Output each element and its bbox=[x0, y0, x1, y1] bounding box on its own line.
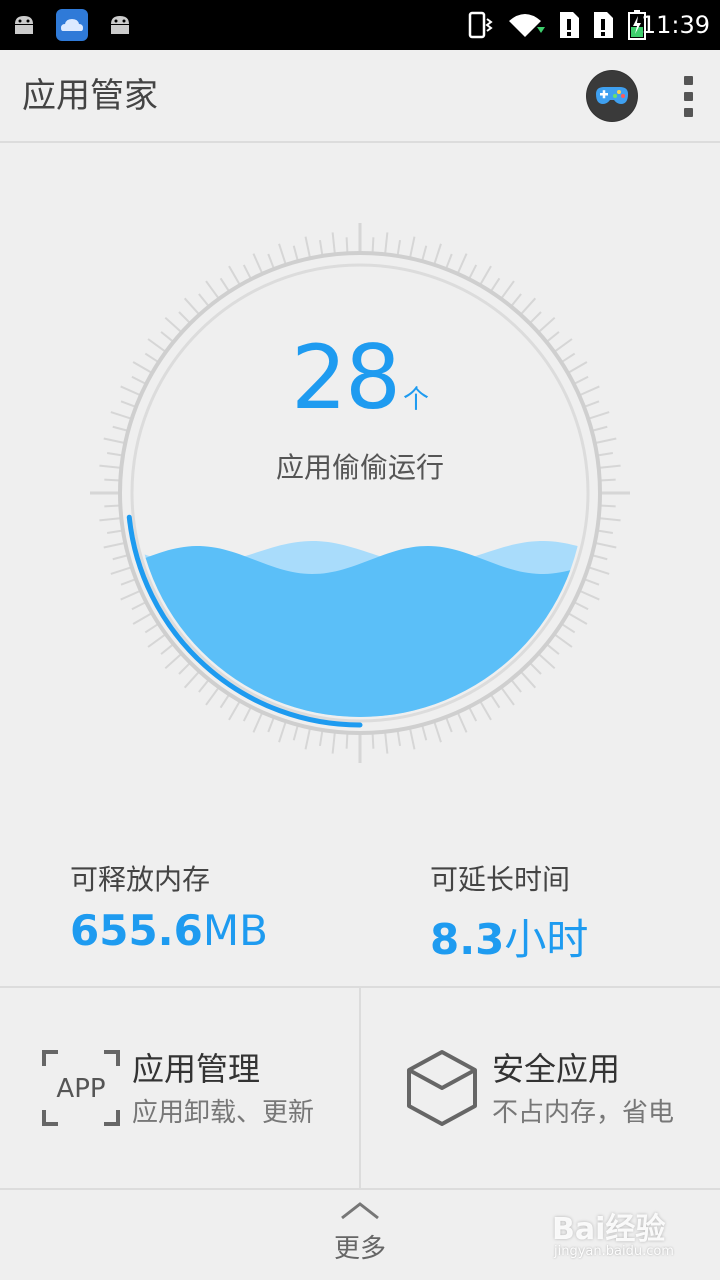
sim-alert-icon bbox=[590, 0, 616, 50]
safe-apps-subtitle: 不占内存，省电 bbox=[492, 1098, 675, 1128]
running-count-label: 应用偷偷运行 bbox=[275, 451, 444, 484]
svg-text:APP: APP bbox=[56, 1074, 105, 1104]
page-title: 应用管家 bbox=[22, 76, 158, 116]
app-manage-title: 应用管理 bbox=[132, 1050, 261, 1088]
running-apps-gauge[interactable] bbox=[0, 144, 720, 844]
time-stat-label: 可延长时间 bbox=[430, 863, 571, 896]
more-button[interactable]: 更多 bbox=[310, 1192, 410, 1272]
running-count: 28 个 bbox=[0, 326, 720, 429]
safe-apps-card[interactable]: 安全应用 不占内存，省电 bbox=[361, 990, 720, 1188]
memory-stat-value: 655.6MB bbox=[70, 906, 268, 955]
overflow-menu-icon bbox=[684, 76, 693, 85]
time-stat-value: 8.3小时 bbox=[430, 915, 589, 964]
clock: 11:39 bbox=[640, 11, 710, 39]
watermark: Bai经验 jingyan.baidu.com bbox=[548, 1200, 708, 1270]
memory-stat: 可释放内存 655.6MB bbox=[70, 858, 268, 955]
weather-cloud-icon bbox=[54, 0, 90, 50]
divider bbox=[0, 1188, 720, 1190]
android-icon bbox=[106, 0, 134, 50]
safe-apps-title: 安全应用 bbox=[492, 1050, 621, 1088]
vibrate-icon bbox=[466, 0, 494, 50]
time-stat: 可延长时间 8.3小时 bbox=[430, 858, 588, 967]
running-count-number: 28 bbox=[291, 326, 401, 429]
layers-icon bbox=[407, 1050, 477, 1126]
gamepad-button[interactable] bbox=[586, 70, 638, 122]
sim-alert-icon bbox=[556, 0, 582, 50]
gamepad-icon bbox=[587, 71, 637, 121]
app-manage-card[interactable]: APP 应用管理 应用卸载、更新 bbox=[0, 990, 359, 1188]
app-bar: 应用管家 bbox=[0, 50, 720, 143]
app-manage-subtitle: 应用卸载、更新 bbox=[132, 1098, 315, 1128]
wifi-icon bbox=[506, 0, 546, 50]
watermark-url: jingyan.baidu.com bbox=[554, 1244, 674, 1259]
running-count-unit: 个 bbox=[402, 385, 429, 415]
android-icon bbox=[10, 0, 38, 50]
gauge-graphic bbox=[90, 223, 630, 763]
more-label: 更多 bbox=[333, 1234, 386, 1264]
app-icon: APP bbox=[42, 1050, 120, 1126]
overflow-menu-button[interactable] bbox=[672, 72, 706, 122]
watermark-text: Bai经验 bbox=[552, 1212, 666, 1247]
status-bar: 11:39 bbox=[0, 0, 720, 50]
chevron-up-icon bbox=[341, 1202, 379, 1220]
memory-stat-label: 可释放内存 bbox=[70, 863, 211, 896]
